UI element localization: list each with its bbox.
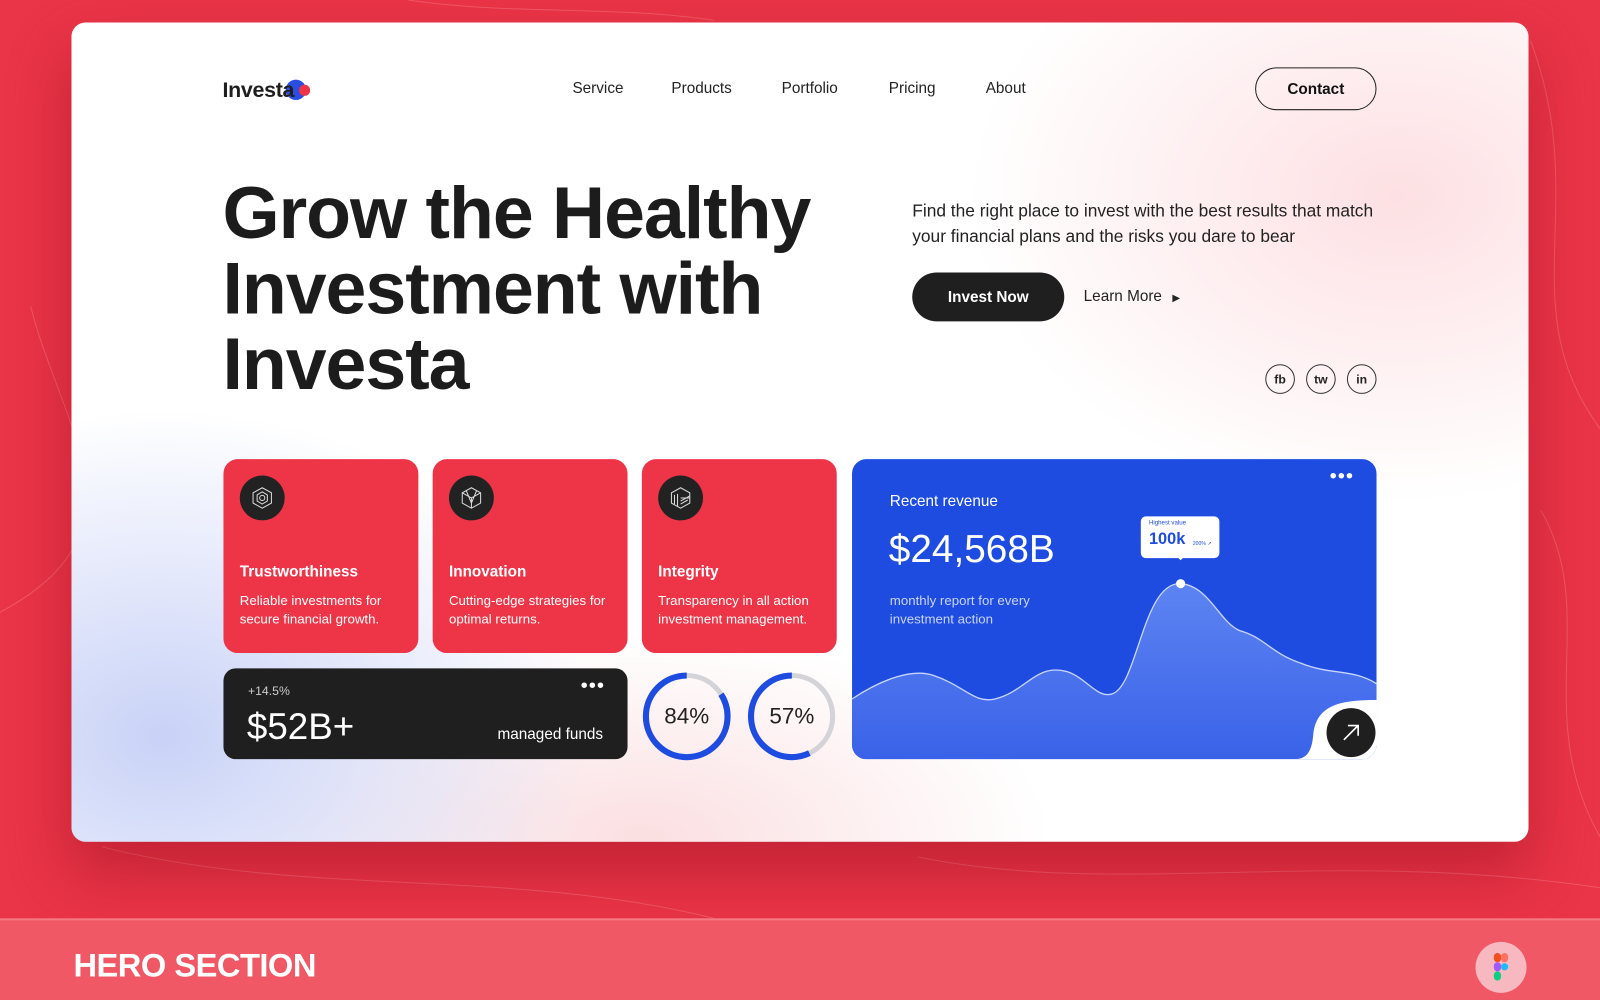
caret-right-icon: ▶	[1172, 292, 1181, 305]
tooltip-pointer	[1175, 555, 1186, 565]
funds-value: $52B+	[246, 705, 355, 747]
progress-ring-57: 57%	[746, 670, 838, 762]
figma-icon	[1475, 941, 1527, 993]
hero-subtitle: Find the right place to invest with the …	[912, 201, 1374, 246]
ring-label: 84%	[664, 703, 710, 729]
section-label: HERO SECTION	[73, 946, 316, 984]
logo-text: Investa	[222, 78, 295, 103]
revenue-card: Recent revenue $24,568B monthly report f…	[852, 459, 1377, 760]
nav-pricing[interactable]: Pricing	[889, 80, 936, 97]
feature-desc: Transparency in all action investment ma…	[658, 592, 809, 627]
hero-card: Investa Service Products Portfolio Prici…	[71, 22, 1529, 842]
feature-desc: Reliable investments for secure financia…	[239, 592, 382, 627]
nav-service[interactable]: Service	[572, 80, 623, 97]
nav-portfolio[interactable]: Portfolio	[782, 80, 838, 97]
feature-title: Integrity	[658, 563, 719, 581]
learn-more-label: Learn More	[1083, 287, 1162, 306]
footer-bar: HERO SECTION	[0, 918, 1600, 1000]
invest-now-button[interactable]: Invest Now	[912, 272, 1065, 322]
tooltip-label: Highest value	[1148, 520, 1187, 527]
peak-point	[1176, 579, 1186, 589]
funds-change: +14.5%	[247, 683, 290, 698]
feature-title: Innovation	[448, 563, 527, 581]
learn-more-link[interactable]: Learn More ▶	[1084, 288, 1181, 305]
feature-desc: Cutting-edge strategies for optimal retu…	[448, 592, 606, 627]
tooltip-change: 200% ↗	[1192, 540, 1212, 547]
progress-ring-84: 84%	[641, 670, 733, 762]
revenue-desc: monthly report for every investment acti…	[889, 592, 1030, 627]
tooltip-value: 100k	[1148, 530, 1186, 548]
feature-card-innovation[interactable]: Innovation Cutting-edge strategies for o…	[432, 459, 628, 654]
twitter-link[interactable]: tw	[1306, 364, 1336, 394]
logo[interactable]: Investa	[222, 78, 311, 103]
cube-icon	[448, 475, 494, 521]
hero-title: Grow the Healthy Investment with Investa	[222, 172, 811, 406]
ring-label: 57%	[769, 703, 815, 729]
revenue-title: Recent revenue	[889, 492, 998, 511]
feature-card-trustworthiness[interactable]: Trustworthiness Reliable investments for…	[223, 459, 419, 654]
hexagon-icon	[239, 475, 285, 521]
open-revenue-button[interactable]	[1326, 708, 1376, 758]
highest-value-tooltip: Highest value 100k 200% ↗	[1140, 516, 1220, 561]
nav-about[interactable]: About	[986, 80, 1026, 97]
facebook-link[interactable]: fb	[1265, 364, 1295, 394]
more-options-icon[interactable]: •••	[1330, 465, 1355, 488]
managed-funds-card: +14.5% $52B+ managed funds •••	[223, 668, 628, 760]
contact-button[interactable]: Contact	[1255, 67, 1377, 111]
more-options-icon[interactable]: •••	[581, 674, 606, 697]
layers-cube-icon	[658, 475, 704, 521]
logo-red-dot	[298, 84, 311, 96]
feature-title: Trustworthiness	[239, 563, 359, 581]
feature-card-integrity[interactable]: Integrity Transparency in all action inv…	[641, 459, 837, 654]
linkedin-link[interactable]: in	[1346, 364, 1377, 394]
nav-products[interactable]: Products	[671, 80, 731, 97]
presentation-stage: Investa Service Products Portfolio Prici…	[0, 0, 1600, 1000]
arrow-up-right-icon	[1343, 724, 1359, 741]
funds-label: managed funds	[497, 725, 604, 743]
revenue-value: $24,568B	[888, 528, 1055, 572]
